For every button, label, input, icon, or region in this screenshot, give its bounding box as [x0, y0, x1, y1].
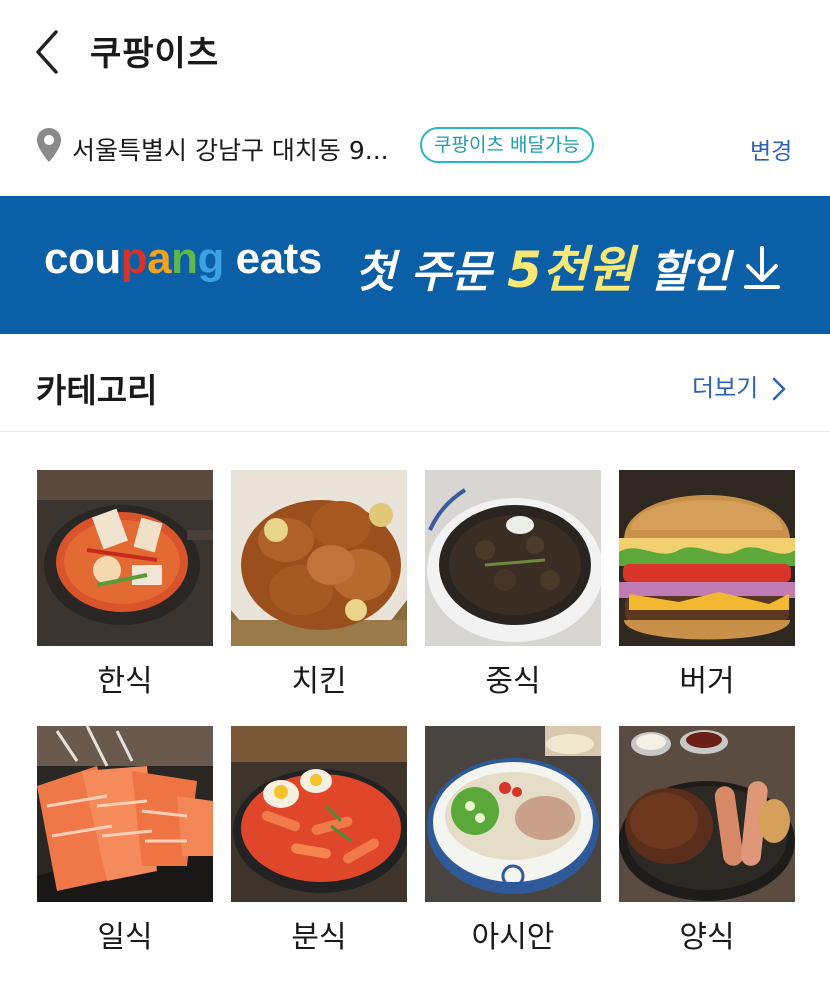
page-title: 쿠팡이츠 — [90, 34, 220, 74]
category-label: 일식 — [97, 920, 153, 955]
burger-image — [619, 470, 795, 646]
arrow-down-icon — [744, 246, 780, 289]
category-label: 아시안 — [471, 920, 555, 955]
category-label: 치킨 — [291, 664, 347, 699]
category-label: 중식 — [485, 664, 541, 699]
promo-text: 첫 주문 5천원 할인 — [355, 230, 730, 302]
category-label: 한식 — [97, 664, 153, 699]
change-address-button[interactable]: 변경 — [750, 132, 792, 166]
app-header: 쿠팡이츠 — [0, 0, 830, 100]
western-food-image — [619, 726, 795, 902]
category-label: 분식 — [291, 920, 347, 955]
promo-highlight: 5천원 — [507, 241, 634, 299]
promo-banner[interactable]: coupang eats 첫 주문 5천원 할인 — [0, 196, 830, 334]
category-chicken[interactable]: 치킨 — [231, 470, 407, 710]
coupang-eats-logo: coupang eats — [44, 234, 322, 283]
korean-food-image — [37, 470, 213, 646]
promo-prefix: 첫 주문 — [355, 247, 508, 298]
asian-food-image — [425, 726, 601, 902]
delivery-address-row: 서울특별시 강남구 대치동 9... 쿠팡이츠 배달가능 변경 — [0, 118, 830, 178]
promo-suffix: 할인 — [633, 247, 731, 298]
back-button[interactable] — [28, 26, 68, 78]
category-label: 버거 — [679, 664, 735, 699]
category-western[interactable]: 양식 — [619, 726, 795, 966]
category-korean[interactable]: 한식 — [37, 470, 213, 710]
see-more-label: 더보기 — [692, 374, 759, 402]
category-asian[interactable]: 아시안 — [425, 726, 601, 966]
delivery-available-badge: 쿠팡이츠 배달가능 — [420, 127, 594, 163]
category-japanese[interactable]: 일식 — [37, 726, 213, 966]
snack-food-image — [231, 726, 407, 902]
location-pin-icon — [37, 128, 61, 162]
chevron-right-icon — [772, 377, 786, 401]
chinese-food-image — [425, 470, 601, 646]
category-burger[interactable]: 버거 — [619, 470, 795, 710]
category-chinese[interactable]: 중식 — [425, 470, 601, 710]
category-label: 양식 — [679, 920, 735, 955]
delivery-address[interactable]: 서울특별시 강남구 대치동 9... — [72, 131, 389, 167]
see-more-link[interactable]: 더보기 — [692, 368, 786, 403]
chevron-left-icon — [36, 30, 58, 74]
category-section-header: 카테고리 더보기 — [0, 336, 830, 432]
section-title: 카테고리 — [36, 371, 158, 410]
japanese-food-image — [37, 726, 213, 902]
chicken-image — [231, 470, 407, 646]
category-bunsik[interactable]: 분식 — [231, 726, 407, 966]
